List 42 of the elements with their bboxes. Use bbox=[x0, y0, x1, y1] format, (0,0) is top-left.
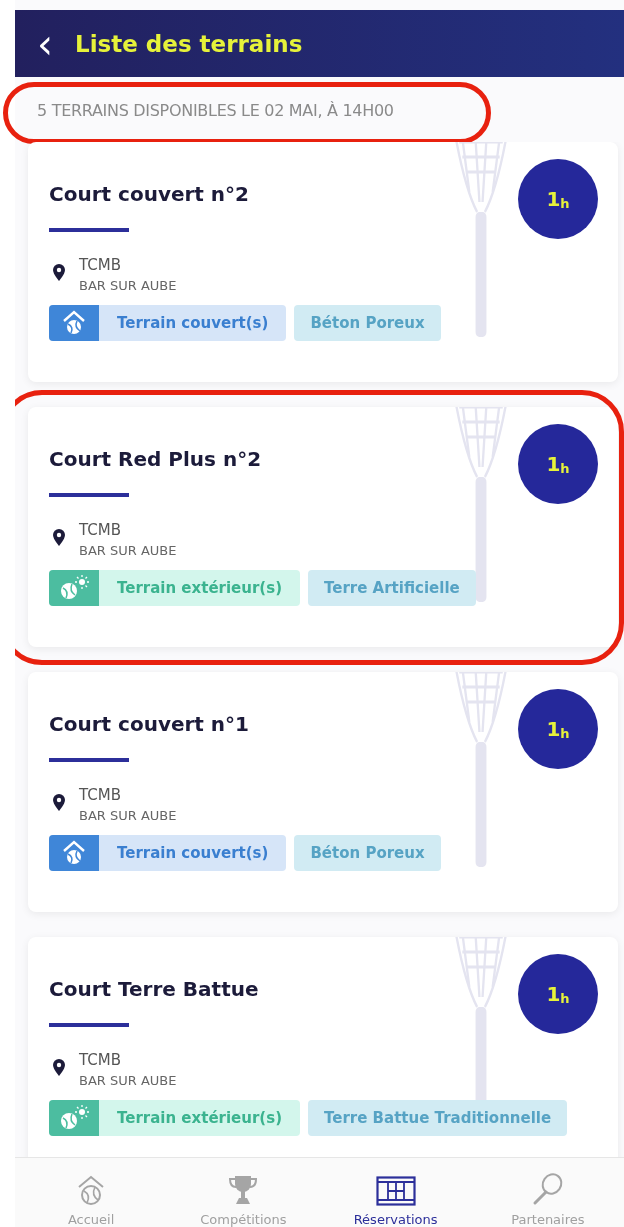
club-name: TCMB bbox=[79, 1051, 122, 1069]
club-name: TCMB bbox=[79, 521, 122, 539]
city-name: BAR SUR AUBE bbox=[79, 1073, 177, 1088]
page-title: Liste des terrains bbox=[75, 30, 303, 57]
duration-badge: 1h bbox=[518, 159, 598, 239]
city-name: BAR SUR AUBE bbox=[79, 808, 177, 823]
court-name: Court couvert n°2 bbox=[49, 182, 250, 208]
duration-badge: 1h bbox=[518, 954, 598, 1034]
court-name: Court Red Plus n°2 bbox=[49, 447, 262, 473]
court-type-tag: Terrain couvert(s) bbox=[49, 835, 287, 871]
court-icon bbox=[375, 1176, 416, 1206]
surface-tag: Béton Poreux bbox=[294, 305, 441, 341]
location-pin-icon bbox=[53, 1059, 65, 1076]
surface-tag: Béton Poreux bbox=[294, 835, 441, 871]
club-name: TCMB bbox=[79, 256, 122, 274]
location-pin-icon bbox=[53, 794, 65, 811]
club-name: TCMB bbox=[79, 786, 122, 804]
covered-ball-icon bbox=[62, 310, 86, 336]
court-type-tag: Terrain extérieur(s) bbox=[49, 1100, 300, 1136]
court-card[interactable]: Court Red Plus n°2 TCMB BAR SUR AUBE Terrain extérieur(s) Terre Artificielle 1h bbox=[28, 407, 618, 647]
court-name: Court Terre Battue bbox=[49, 977, 259, 1003]
surface-tag: Terre Battue Traditionnelle bbox=[308, 1100, 568, 1136]
court-name: Court couvert n°1 bbox=[49, 712, 250, 738]
back-button[interactable]: ‹ bbox=[33, 23, 57, 64]
nav-tab[interactable]: Réservations bbox=[319, 1158, 472, 1227]
ball-sun-icon bbox=[59, 575, 89, 601]
trophy-icon bbox=[228, 1174, 259, 1206]
city-name: BAR SUR AUBE bbox=[79, 543, 177, 558]
duration-badge: 1h bbox=[518, 424, 598, 504]
city-name: BAR SUR AUBE bbox=[79, 278, 177, 293]
court-type-tag: Terrain couvert(s) bbox=[49, 305, 287, 341]
availability-summary: 5 TERRAINS DISPONIBLES LE 02 MAI, À 14H00 bbox=[37, 101, 394, 120]
duration-badge: 1h bbox=[518, 689, 598, 769]
court-card[interactable]: Court couvert n°2 TCMB BAR SUR AUBE Terrain couvert(s) Béton Poreux 1h bbox=[28, 142, 618, 382]
covered-ball-icon bbox=[62, 840, 86, 866]
court-type-tag: Terrain extérieur(s) bbox=[49, 570, 300, 606]
location-pin-icon bbox=[53, 264, 65, 281]
ball-sun-icon bbox=[59, 1105, 89, 1131]
location-pin-icon bbox=[53, 529, 65, 546]
court-card[interactable]: Court Terre Battue TCMB BAR SUR AUBE Terrain extérieur(s) Terre Battue Traditionnelle 1h bbox=[28, 937, 618, 1157]
court-card[interactable]: Court couvert n°1 TCMB BAR SUR AUBE Terrain couvert(s) Béton Poreux 1h bbox=[28, 672, 618, 912]
surface-tag: Terre Artificielle bbox=[308, 570, 476, 606]
